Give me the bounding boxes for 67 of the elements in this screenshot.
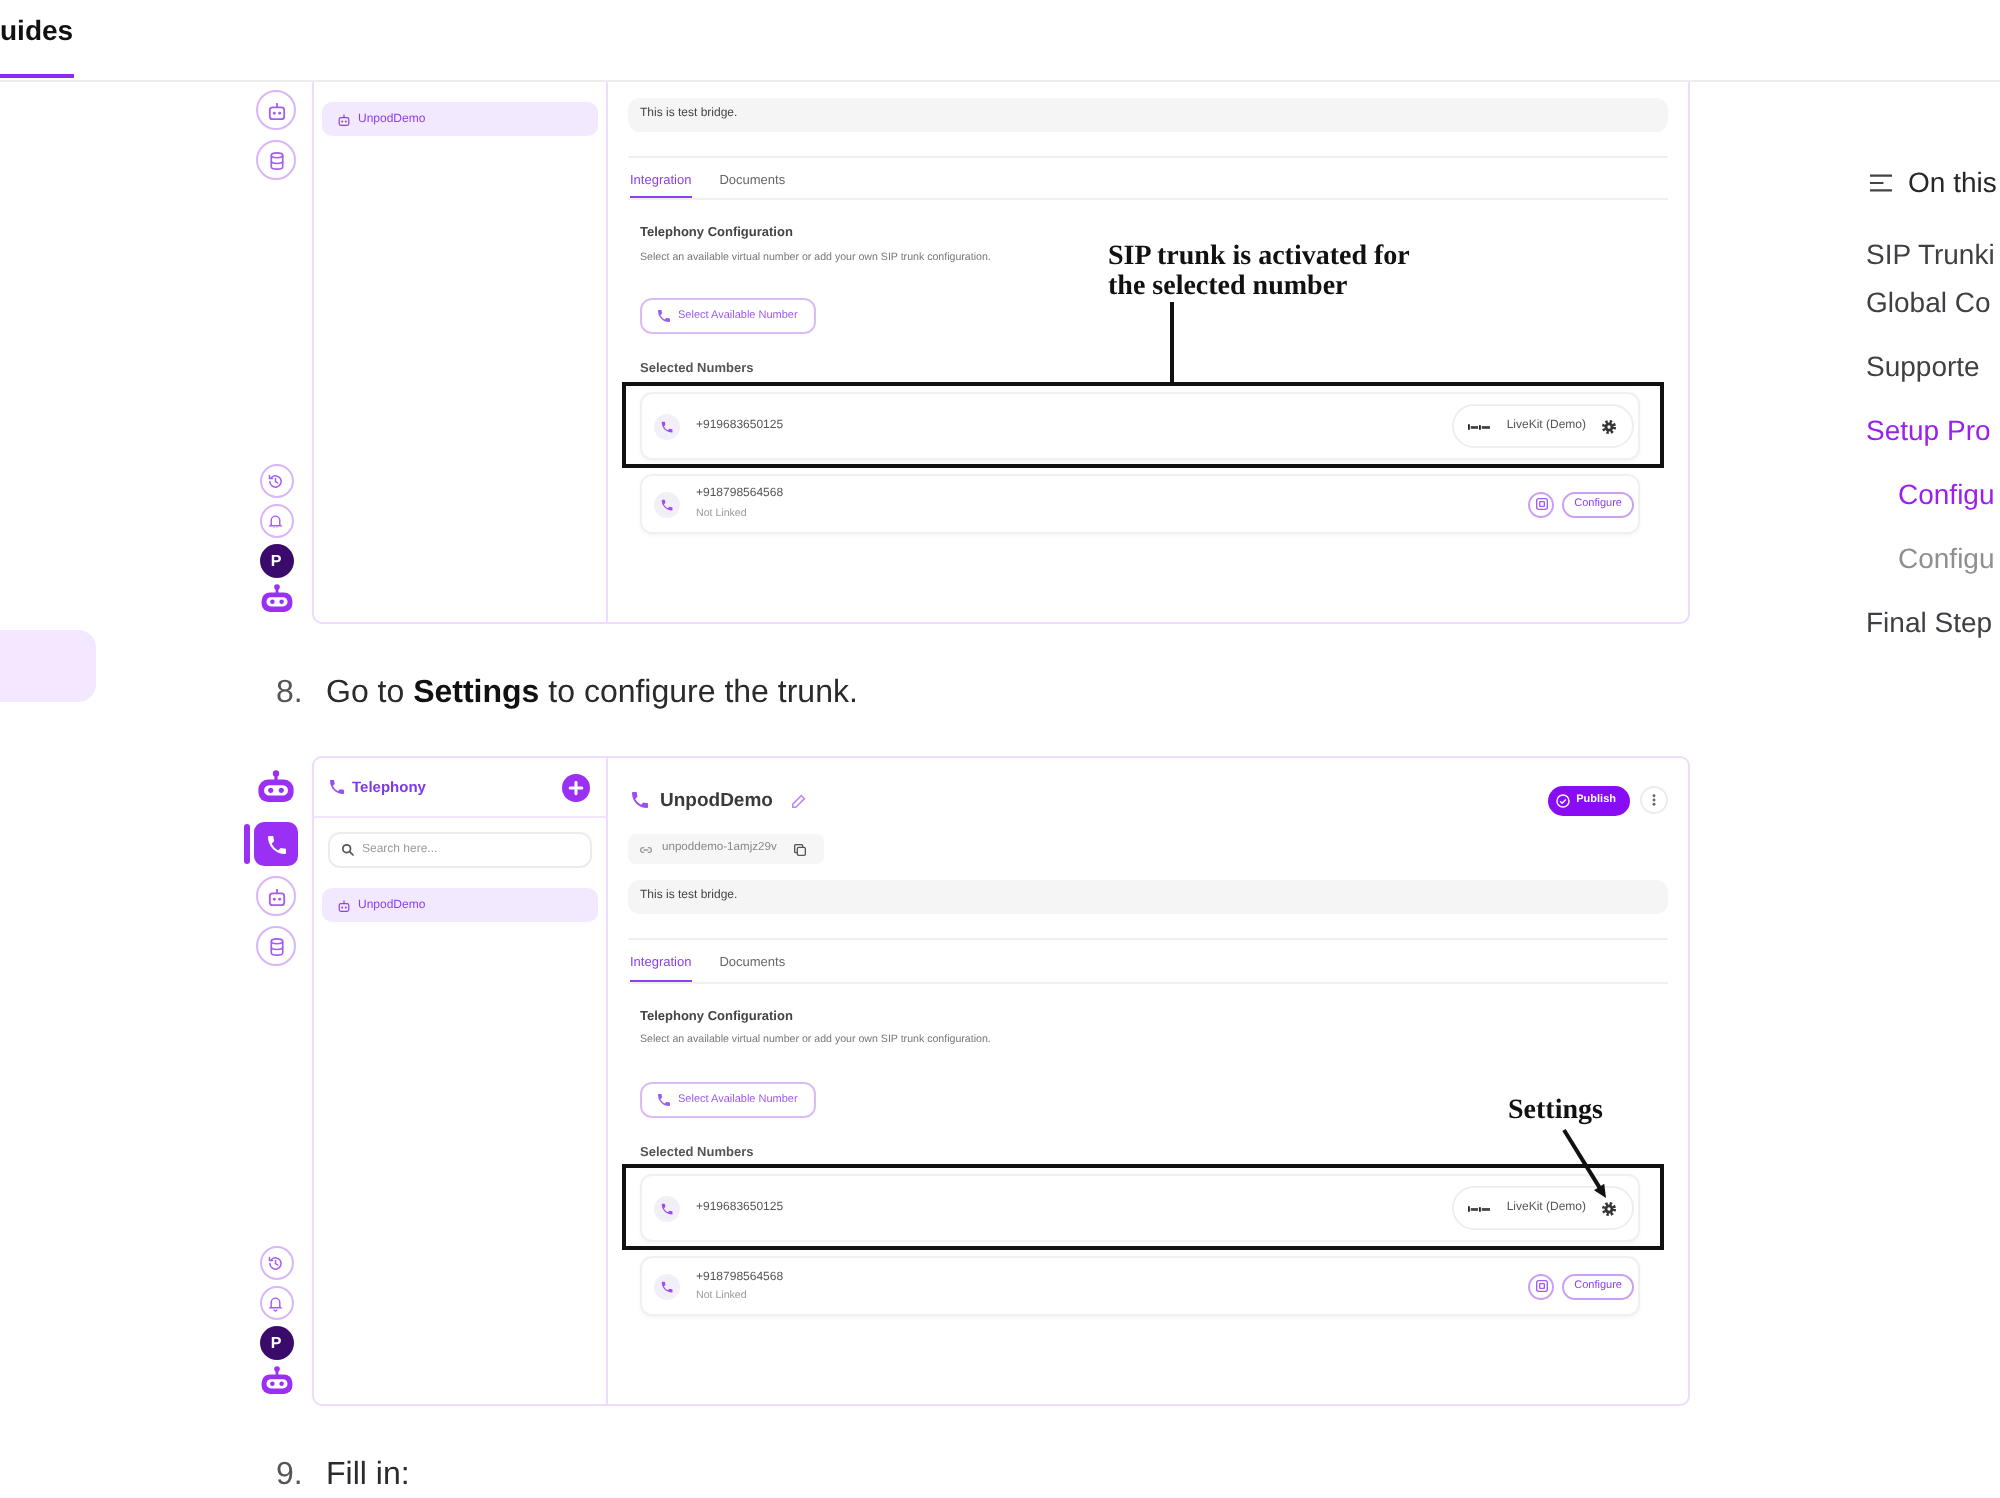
robot-logo-icon[interactable] bbox=[259, 1366, 293, 1395]
nav-button[interactable] bbox=[256, 90, 296, 130]
settings-icon[interactable] bbox=[1602, 419, 1616, 434]
phone-icon bbox=[654, 1195, 680, 1222]
plus-icon[interactable] bbox=[562, 773, 590, 802]
page-title: UnpodDemo bbox=[660, 789, 773, 812]
step-text: Fill in: bbox=[326, 1460, 410, 1491]
toc-title: On this bbox=[1908, 164, 1997, 202]
avatar[interactable]: P bbox=[259, 544, 293, 579]
toc-link[interactable]: Final Step bbox=[1866, 598, 2000, 646]
window-icon bbox=[1535, 498, 1548, 511]
nav-button[interactable] bbox=[256, 140, 296, 180]
toc-link[interactable]: Configu bbox=[1898, 534, 2000, 582]
leader-line bbox=[1170, 302, 1174, 383]
toc-link[interactable]: Supporte bbox=[1866, 342, 2000, 390]
link-icon bbox=[640, 845, 652, 854]
step-number: 8. bbox=[276, 678, 305, 709]
search-icon bbox=[342, 844, 354, 857]
history-icon bbox=[268, 1256, 284, 1272]
copy-icon[interactable] bbox=[794, 843, 807, 856]
logo-icon bbox=[1468, 1205, 1491, 1212]
bell-icon bbox=[268, 1296, 284, 1312]
history-icon bbox=[268, 473, 284, 489]
phone-icon bbox=[267, 835, 285, 854]
step-text: Go to Settings to configure the trunk. bbox=[326, 678, 858, 709]
arrow bbox=[1562, 1129, 1606, 1199]
step-number: 9. bbox=[276, 1460, 305, 1491]
annotation-text: Settings bbox=[1508, 1096, 1603, 1127]
nav-button[interactable] bbox=[254, 822, 298, 867]
toc-link[interactable]: Configu bbox=[1898, 470, 2000, 518]
nav-button[interactable] bbox=[259, 1286, 293, 1321]
phone-icon bbox=[654, 491, 680, 518]
robot-icon bbox=[267, 101, 285, 119]
phone-icon bbox=[654, 1273, 680, 1300]
robot-logo-icon[interactable] bbox=[256, 770, 296, 803]
avatar[interactable]: P bbox=[259, 1326, 293, 1361]
robot-icon bbox=[267, 887, 285, 906]
more-button[interactable] bbox=[1640, 786, 1668, 815]
nav-button[interactable] bbox=[259, 464, 293, 499]
pencil-icon[interactable] bbox=[792, 793, 807, 808]
selection-bar bbox=[244, 824, 249, 865]
bell-icon bbox=[268, 513, 284, 529]
logo-icon bbox=[1468, 423, 1491, 430]
nav-button[interactable] bbox=[256, 876, 296, 917]
check-circle-icon bbox=[1556, 793, 1571, 808]
phone-icon bbox=[632, 792, 648, 809]
phone-icon bbox=[658, 310, 670, 323]
settings-icon[interactable] bbox=[1602, 1201, 1616, 1216]
toc-link[interactable]: SIP Trunki Global Co bbox=[1866, 230, 2000, 326]
robot-logo-icon[interactable] bbox=[259, 584, 293, 613]
annotation-text: SIP trunk is activated for the selected number bbox=[1108, 242, 1412, 303]
phone-icon bbox=[330, 780, 344, 795]
phone-icon bbox=[654, 413, 680, 440]
list-icon bbox=[1870, 173, 1892, 191]
nav-button[interactable] bbox=[256, 926, 296, 967]
icon-button[interactable] bbox=[1528, 1273, 1555, 1300]
nav-button[interactable] bbox=[259, 1246, 293, 1281]
nav-tab[interactable]: uides bbox=[0, 0, 74, 78]
database-icon bbox=[267, 937, 285, 956]
nav-button[interactable] bbox=[259, 504, 293, 539]
phone-icon bbox=[658, 1093, 670, 1106]
window-icon bbox=[1535, 1280, 1548, 1293]
toc-link[interactable]: Setup Pro bbox=[1866, 406, 2000, 454]
robot-icon bbox=[338, 113, 350, 125]
database-icon bbox=[267, 151, 285, 169]
icon-button[interactable] bbox=[1528, 491, 1555, 518]
robot-icon bbox=[338, 899, 350, 912]
